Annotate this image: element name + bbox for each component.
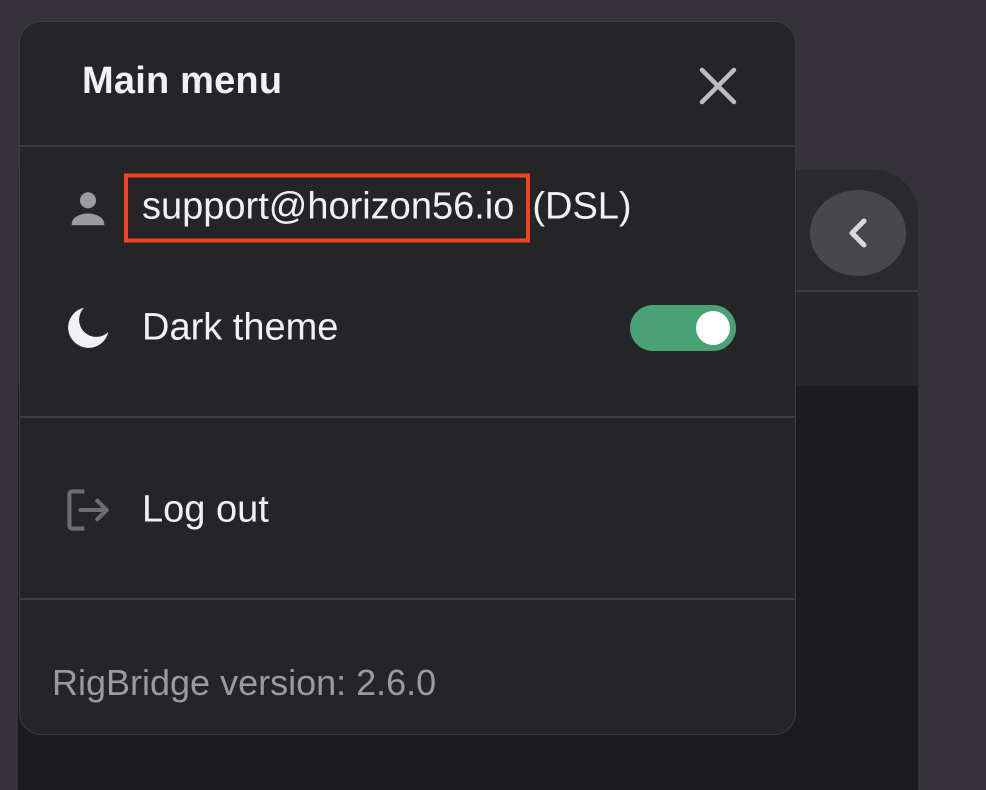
user-email-highlight: support@horizon56.io [124, 173, 531, 243]
close-button[interactable] [692, 60, 744, 112]
user-row: support@horizon56.io (DSL) [20, 168, 795, 248]
dark-theme-toggle[interactable] [630, 305, 736, 351]
logout-icon [60, 482, 116, 538]
user-email: support@horizon56.io [142, 185, 515, 228]
collapse-panel-button[interactable] [810, 190, 906, 276]
dark-theme-row: Dark theme [20, 288, 795, 368]
toggle-knob [696, 311, 730, 345]
menu-title: Main menu [82, 60, 283, 102]
person-icon [60, 180, 116, 236]
version-label: RigBridge version: 2.6.0 [52, 662, 437, 703]
divider [20, 416, 795, 418]
main-menu: Main menu support@horizon56.io (DSL) Dark… [19, 21, 796, 735]
dark-theme-label: Dark theme [142, 306, 339, 349]
moon-icon [60, 300, 116, 356]
menu-header: Main menu [20, 22, 795, 147]
chevron-left-icon [849, 218, 867, 248]
user-suffix: (DSL) [532, 185, 632, 228]
divider [20, 598, 795, 600]
user-label: support@horizon56.io (DSL) [124, 173, 632, 243]
logout-label: Log out [142, 488, 269, 531]
logout-row[interactable]: Log out [20, 470, 795, 550]
close-icon [699, 67, 737, 105]
